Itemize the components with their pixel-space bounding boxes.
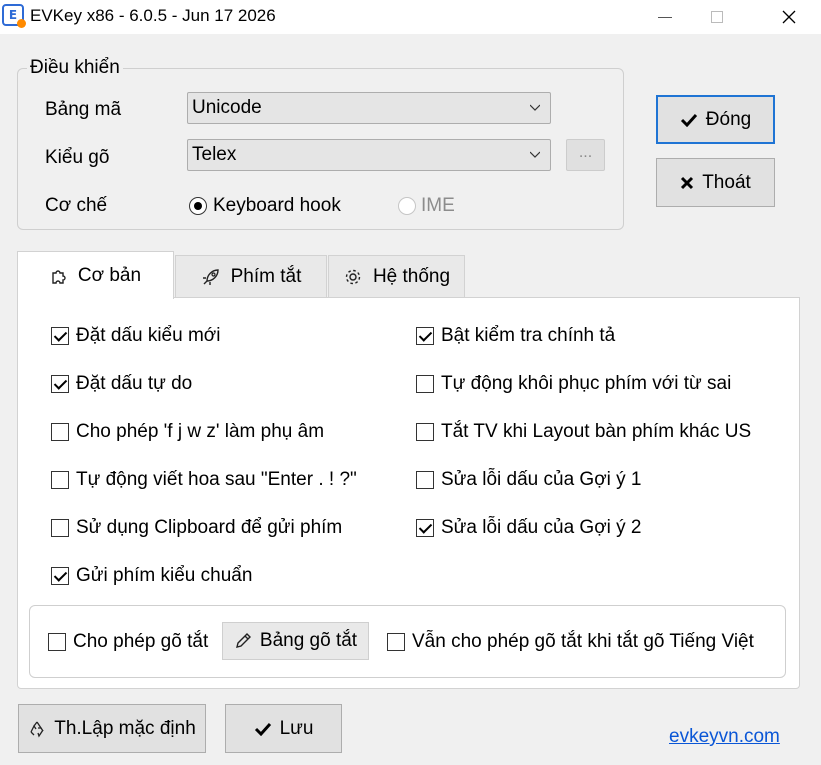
option-allow-shortcuts[interactable]: Cho phép gõ tắt (48, 630, 208, 654)
option-new-tone-placement[interactable]: Đặt dấu kiểu mới (51, 324, 220, 348)
option-spell-check-checkbox[interactable] (416, 327, 434, 345)
pencil-icon (235, 633, 251, 648)
option-label: Sửa lỗi dấu của Gợi ý 1 (441, 469, 642, 490)
close-icon (782, 10, 796, 24)
close-window-button[interactable] (764, 0, 814, 34)
tab-shortcuts-label: Phím tắt (230, 266, 302, 287)
option-fix-suggestion-1[interactable]: Sửa lỗi dấu của Gợi ý 1 (416, 468, 642, 492)
option-auto-restore[interactable]: Tự động khôi phục phím với từ sai (416, 372, 731, 396)
charset-value: Unicode (192, 97, 262, 118)
exit-button[interactable]: Thoát (656, 158, 775, 207)
option-standard-send-keys-checkbox[interactable] (51, 567, 69, 585)
controls-legend: Điều khiển (27, 57, 123, 79)
charset-select[interactable]: Unicode (187, 92, 551, 124)
shortcut-table-button[interactable]: Bảng gõ tắt (222, 622, 369, 660)
option-label: Đặt dấu tự do (76, 373, 193, 394)
exit-button-label: Thoát (702, 171, 751, 193)
option-label: Tự động khôi phục phím với từ sai (441, 373, 732, 394)
option-label: Sử dụng Clipboard để gửi phím (76, 517, 343, 538)
tab-system[interactable]: Hệ thống (328, 255, 465, 298)
mechanism-label: Cơ chế (45, 195, 108, 216)
option-auto-capitalize-checkbox[interactable] (51, 471, 69, 489)
close-button-label: Đóng (705, 108, 752, 130)
ime-radio (398, 197, 416, 215)
input-method-more-button[interactable]: ... (566, 139, 605, 171)
tab-shortcuts[interactable]: Phím tắt (175, 255, 327, 298)
maximize-button (692, 0, 742, 34)
option-fix-suggestion-1-checkbox[interactable] (416, 471, 434, 489)
x-icon (681, 176, 694, 189)
option-label: Cho phép gõ tắt (73, 631, 209, 652)
option-fix-suggestion-2[interactable]: Sửa lỗi dấu của Gợi ý 2 (416, 516, 642, 540)
checkmark-icon (680, 113, 697, 127)
option-shortcuts-when-off-checkbox[interactable] (387, 633, 405, 651)
option-label: Đặt dấu kiểu mới (76, 325, 221, 346)
recycle-icon (30, 721, 44, 737)
tab-system-label: Hệ thống (372, 266, 451, 287)
shortcut-table-label: Bảng gõ tắt (259, 630, 358, 651)
chevron-down-icon (530, 151, 540, 158)
option-disable-non-us-layout[interactable]: Tắt TV khi Layout bàn phím khác US (416, 420, 751, 444)
website-link[interactable]: evkeyvn.com (669, 726, 780, 748)
option-fjwz-consonants-checkbox[interactable] (51, 423, 69, 441)
checkmark-icon (254, 722, 271, 736)
option-auto-restore-checkbox[interactable] (416, 375, 434, 393)
option-use-clipboard-checkbox[interactable] (51, 519, 69, 537)
option-disable-non-us-layout-checkbox[interactable] (416, 423, 434, 441)
tab-basic-label: Cơ bản (77, 264, 142, 286)
window-title: EVKey x86 - 6.0.5 - Jun 17 2026 (30, 6, 276, 25)
option-label: Cho phép 'f j w z' làm phụ âm (76, 421, 325, 442)
option-label: Tắt TV khi Layout bàn phím khác US (441, 421, 752, 442)
input-method-select[interactable]: Telex (187, 139, 551, 171)
puzzle-icon (52, 269, 66, 284)
maximize-icon (711, 11, 723, 23)
input-method-value: Telex (192, 144, 237, 165)
keyboard-hook-label[interactable]: Keyboard hook (213, 195, 341, 217)
option-auto-capitalize[interactable]: Tự động viết hoa sau "Enter . ! ?" (51, 468, 357, 492)
close-button[interactable]: Đóng (656, 95, 775, 144)
option-allow-shortcuts-checkbox[interactable] (48, 633, 66, 651)
option-standard-send-keys[interactable]: Gửi phím kiểu chuẩn (51, 564, 252, 588)
option-free-tone-placement-checkbox[interactable] (51, 375, 69, 393)
rocket-icon (202, 269, 219, 285)
save-button[interactable]: Lưu (225, 704, 342, 753)
gear-icon (345, 269, 361, 285)
reset-defaults-label: Th.Lập mặc định (54, 717, 196, 739)
option-label: Vẫn cho phép gõ tắt khi tắt gõ Tiếng Việ… (412, 631, 754, 652)
option-fix-suggestion-2-checkbox[interactable] (416, 519, 434, 537)
option-label: Gửi phím kiểu chuẩn (76, 565, 253, 586)
option-use-clipboard[interactable]: Sử dụng Clipboard để gửi phím (51, 516, 342, 540)
title-bar: E EVKey x86 - 6.0.5 - Jun 17 2026 (0, 0, 821, 34)
evkey-app-icon[interactable]: E (2, 4, 26, 28)
option-new-tone-placement-checkbox[interactable] (51, 327, 69, 345)
chevron-down-icon (530, 104, 540, 111)
option-shortcuts-when-off[interactable]: Vẫn cho phép gõ tắt khi tắt gõ Tiếng Việ… (387, 630, 754, 654)
option-label: Sửa lỗi dấu của Gợi ý 2 (441, 517, 642, 538)
option-free-tone-placement[interactable]: Đặt dấu tự do (51, 372, 192, 396)
save-button-label: Lưu (279, 717, 314, 739)
option-spell-check[interactable]: Bật kiểm tra chính tả (416, 324, 615, 348)
input-method-label: Kiểu gõ (45, 147, 110, 168)
reset-defaults-button[interactable]: Th.Lập mặc định (18, 704, 206, 753)
tab-basic[interactable]: Cơ bản (17, 251, 174, 299)
option-label: Bật kiểm tra chính tả (441, 325, 616, 346)
option-label: Tự động viết hoa sau "Enter . ! ?" (76, 469, 357, 490)
minimize-button[interactable] (640, 0, 690, 34)
ime-label: IME (421, 195, 455, 216)
option-fjwz-consonants[interactable]: Cho phép 'f j w z' làm phụ âm (51, 420, 324, 444)
keyboard-hook-radio[interactable] (189, 197, 207, 215)
charset-label: Bảng mã (45, 99, 122, 120)
